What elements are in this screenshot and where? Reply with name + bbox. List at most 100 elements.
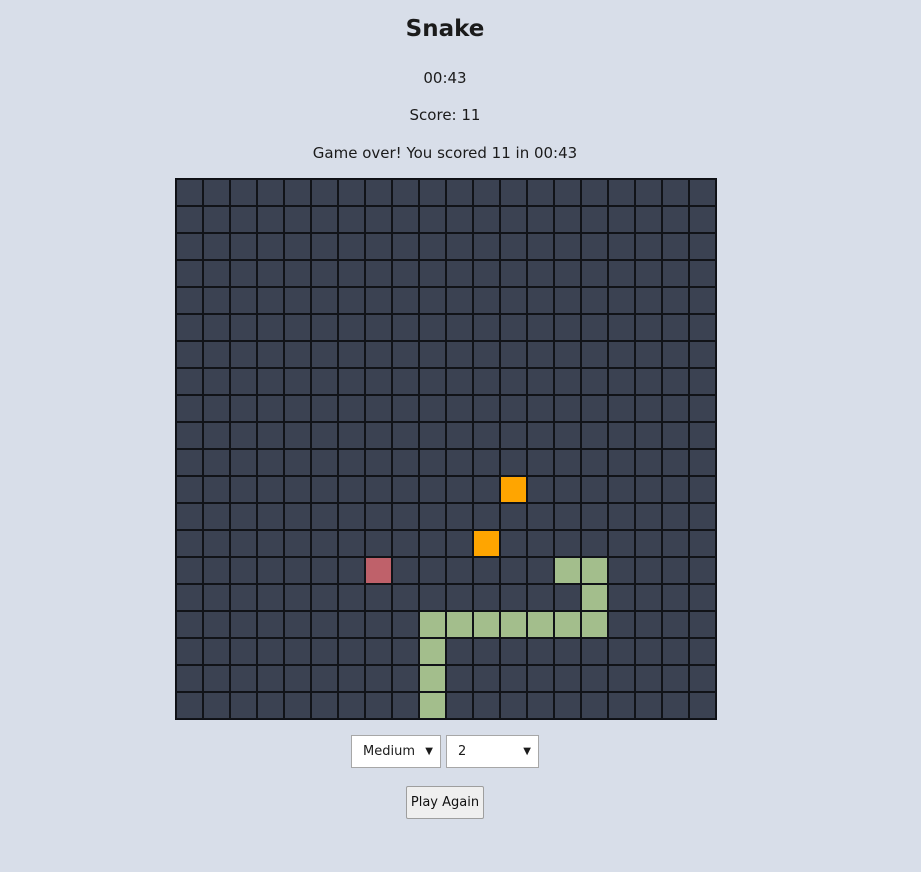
grid-cell bbox=[608, 368, 635, 395]
grid-cell bbox=[284, 476, 311, 503]
difficulty-value: Medium bbox=[363, 744, 415, 759]
grid-cell bbox=[338, 611, 365, 638]
grid-cell bbox=[392, 638, 419, 665]
grid-cell bbox=[689, 638, 716, 665]
grid-cell bbox=[311, 665, 338, 692]
grid-cell bbox=[635, 206, 662, 233]
snake-cell bbox=[581, 584, 608, 611]
grid-cell bbox=[419, 503, 446, 530]
grid-cell bbox=[446, 314, 473, 341]
grid-cell bbox=[689, 395, 716, 422]
grid-cell bbox=[284, 422, 311, 449]
grid-cell bbox=[554, 476, 581, 503]
grid-cell bbox=[581, 449, 608, 476]
grid-cell bbox=[311, 449, 338, 476]
grid-cell bbox=[419, 233, 446, 260]
grid-cell bbox=[392, 557, 419, 584]
grid-cell bbox=[284, 233, 311, 260]
grid-cell bbox=[473, 341, 500, 368]
grid-cell bbox=[554, 692, 581, 719]
grid-cell bbox=[446, 179, 473, 206]
grid-cell bbox=[500, 638, 527, 665]
grid-cell bbox=[689, 314, 716, 341]
grid-cell bbox=[446, 692, 473, 719]
grid-cell bbox=[365, 503, 392, 530]
grid-cell bbox=[608, 611, 635, 638]
chevron-down-icon: ▼ bbox=[523, 746, 531, 757]
grid-cell bbox=[527, 692, 554, 719]
grid-cell bbox=[635, 449, 662, 476]
grid-cell bbox=[689, 503, 716, 530]
grid-cell bbox=[230, 692, 257, 719]
size-value: 2 bbox=[458, 744, 467, 759]
grid-cell bbox=[257, 422, 284, 449]
grid-cell bbox=[554, 233, 581, 260]
grid-cell bbox=[635, 557, 662, 584]
grid-cell bbox=[230, 503, 257, 530]
grid-cell bbox=[689, 233, 716, 260]
grid-cell bbox=[581, 692, 608, 719]
grid-cell bbox=[365, 584, 392, 611]
grid-cell bbox=[608, 476, 635, 503]
grid-cell bbox=[635, 287, 662, 314]
grid-cell bbox=[608, 503, 635, 530]
grid-cell bbox=[473, 179, 500, 206]
grid-cell bbox=[446, 233, 473, 260]
snake-cell bbox=[419, 611, 446, 638]
grid-cell bbox=[311, 611, 338, 638]
grid-cell bbox=[527, 368, 554, 395]
grid-cell bbox=[284, 503, 311, 530]
grid-cell bbox=[203, 233, 230, 260]
size-select[interactable]: 2 ▼ bbox=[446, 735, 539, 768]
grid-cell bbox=[176, 395, 203, 422]
grid-cell bbox=[662, 692, 689, 719]
grid-cell bbox=[662, 341, 689, 368]
grid-cell bbox=[581, 260, 608, 287]
grid-cell bbox=[473, 449, 500, 476]
grid-cell bbox=[311, 692, 338, 719]
grid-cell bbox=[554, 638, 581, 665]
grid-cell bbox=[284, 557, 311, 584]
grid-cell bbox=[527, 206, 554, 233]
grid-cell bbox=[257, 584, 284, 611]
grid-cell bbox=[662, 368, 689, 395]
grid-cell bbox=[365, 395, 392, 422]
grid-cell bbox=[284, 530, 311, 557]
game-board[interactable] bbox=[175, 178, 717, 720]
grid-cell bbox=[689, 584, 716, 611]
grid-cell bbox=[500, 233, 527, 260]
grid-cell bbox=[689, 368, 716, 395]
grid-cell bbox=[203, 530, 230, 557]
grid-cell bbox=[419, 422, 446, 449]
grid-cell bbox=[473, 503, 500, 530]
grid-cell bbox=[527, 287, 554, 314]
grid-cell bbox=[392, 206, 419, 233]
difficulty-select[interactable]: Medium ▼ bbox=[351, 735, 441, 768]
grid-cell bbox=[635, 179, 662, 206]
grid-cell bbox=[338, 503, 365, 530]
score-display: Score: 11 bbox=[409, 106, 481, 124]
grid-cell bbox=[392, 476, 419, 503]
grid-cell bbox=[311, 341, 338, 368]
grid-cell bbox=[365, 665, 392, 692]
grid-cell bbox=[176, 638, 203, 665]
grid-cell bbox=[473, 260, 500, 287]
grid-cell bbox=[446, 638, 473, 665]
grid-cell bbox=[473, 557, 500, 584]
grid-cell bbox=[608, 314, 635, 341]
grid-cell bbox=[635, 233, 662, 260]
grid-cell bbox=[473, 206, 500, 233]
grid-cell bbox=[581, 233, 608, 260]
grid-cell bbox=[662, 449, 689, 476]
grid-cell bbox=[419, 287, 446, 314]
grid-cell bbox=[257, 692, 284, 719]
grid-cell bbox=[608, 287, 635, 314]
grid-cell bbox=[203, 395, 230, 422]
grid-cell bbox=[635, 530, 662, 557]
grid-cell bbox=[176, 611, 203, 638]
grid-cell bbox=[176, 584, 203, 611]
grid-cell bbox=[392, 665, 419, 692]
grid-cell bbox=[176, 206, 203, 233]
play-again-button[interactable]: Play Again bbox=[406, 786, 484, 819]
grid-cell bbox=[284, 341, 311, 368]
